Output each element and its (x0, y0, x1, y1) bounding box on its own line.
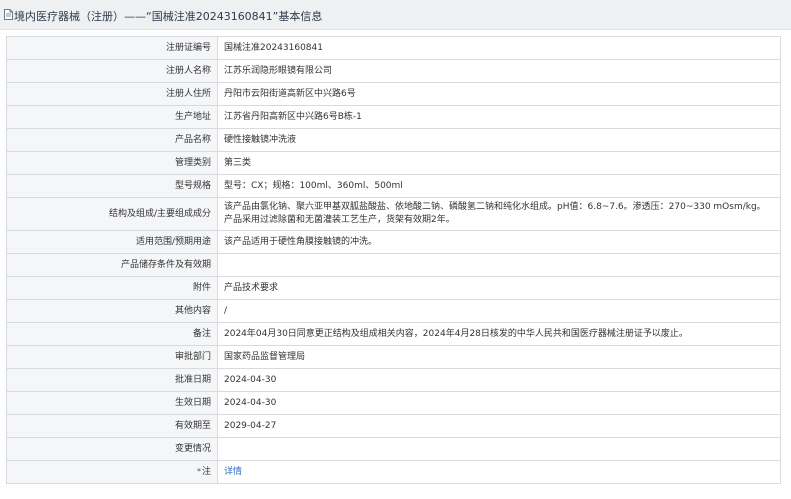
row-value: 2024年04月30日同意更正结构及组成相关内容，2024年4月28日核发的中华… (217, 322, 781, 346)
row-label: 生产地址 (6, 105, 218, 129)
table-row: 批准日期 2024-04-30 (6, 368, 781, 392)
required-star: * (196, 467, 201, 476)
table-row: 变更情况 (6, 437, 781, 461)
row-value: 硬性接触镜冲洗液 (217, 128, 781, 152)
info-table: 注册证编号 国械注准20243160841 注册人名称 江苏乐润隐形眼镜有限公司… (6, 36, 781, 484)
row-value: 国械注准20243160841 (217, 36, 781, 60)
row-value: 2029-04-27 (217, 414, 781, 438)
page-title: 境内医疗器械（注册）——“国械注准20243160841”基本信息 (14, 10, 323, 23)
row-value (217, 253, 781, 277)
row-label: 结构及组成/主要组成成分 (6, 197, 218, 231)
row-label: 管理类别 (6, 151, 218, 175)
table-row: 产品名称 硬性接触镜冲洗液 (6, 128, 781, 152)
row-label: 有效期至 (6, 414, 218, 438)
row-label: 审批部门 (6, 345, 218, 369)
row-label: 注册人名称 (6, 59, 218, 83)
table-row: 生产地址 江苏省丹阳高新区中兴路6号B栋-1 (6, 105, 781, 129)
row-value: 型号：CX；规格：100ml、360ml、500ml (217, 174, 781, 198)
row-label: 型号规格 (6, 174, 218, 198)
table-row: 型号规格 型号：CX；规格：100ml、360ml、500ml (6, 174, 781, 198)
row-label: 产品名称 (6, 128, 218, 152)
row-value: 该产品由氯化钠、聚六亚甲基双胍盐酸盐、依地酸二钠、磷酸氢二钠和纯化水组成。pH值… (217, 197, 781, 231)
table-row: 有效期至 2029-04-27 (6, 414, 781, 438)
row-label: 注册人住所 (6, 82, 218, 106)
row-label: 生效日期 (6, 391, 218, 415)
row-value: 江苏省丹阳高新区中兴路6号B栋-1 (217, 105, 781, 129)
row-value: / (217, 299, 781, 323)
row-value: 产品技术要求 (217, 276, 781, 300)
row-label: 变更情况 (6, 437, 218, 461)
row-label: 注 (201, 467, 211, 477)
table-row: 备注 2024年04月30日同意更正结构及组成相关内容，2024年4月28日核发… (6, 322, 781, 346)
table-row: 生效日期 2024-04-30 (6, 391, 781, 415)
row-value: 第三类 (217, 151, 781, 175)
note-label-cell: *注 (6, 460, 218, 484)
row-label: 批准日期 (6, 368, 218, 392)
table-row: 产品储存条件及有效期 (6, 253, 781, 277)
row-value: 2024-04-30 (217, 368, 781, 392)
table-row: 管理类别 第三类 (6, 151, 781, 175)
row-label: 产品储存条件及有效期 (6, 253, 218, 277)
table-row: 结构及组成/主要组成成分 该产品由氯化钠、聚六亚甲基双胍盐酸盐、依地酸二钠、磷酸… (6, 197, 781, 231)
table-row: 审批部门 国家药品监督管理局 (6, 345, 781, 369)
row-label: 附件 (6, 276, 218, 300)
page-header: 境内医疗器械（注册）——“国械注准20243160841”基本信息 (0, 0, 791, 30)
row-value: 2024-04-30 (217, 391, 781, 415)
row-value (217, 437, 781, 461)
document-icon (4, 9, 13, 20)
row-value: 丹阳市云阳街道高新区中兴路6号 (217, 82, 781, 106)
table-row: 其他内容 / (6, 299, 781, 323)
row-value: 该产品适用于硬性角膜接触镜的冲洗。 (217, 230, 781, 254)
row-label: 其他内容 (6, 299, 218, 323)
row-label: 备注 (6, 322, 218, 346)
table-row: 注册人名称 江苏乐润隐形眼镜有限公司 (6, 59, 781, 83)
table-row: 注册人住所 丹阳市云阳街道高新区中兴路6号 (6, 82, 781, 106)
row-value: 江苏乐润隐形眼镜有限公司 (217, 59, 781, 83)
table-row: *注 详情 (6, 460, 781, 484)
details-link[interactable]: 详情 (224, 467, 242, 477)
table-row: 适用范围/预期用途 该产品适用于硬性角膜接触镜的冲洗。 (6, 230, 781, 254)
table-row: 附件 产品技术要求 (6, 276, 781, 300)
row-label: 适用范围/预期用途 (6, 230, 218, 254)
row-label: 注册证编号 (6, 36, 218, 60)
row-value: 国家药品监督管理局 (217, 345, 781, 369)
table-row: 注册证编号 国械注准20243160841 (6, 36, 781, 60)
row-value: 详情 (217, 460, 781, 484)
